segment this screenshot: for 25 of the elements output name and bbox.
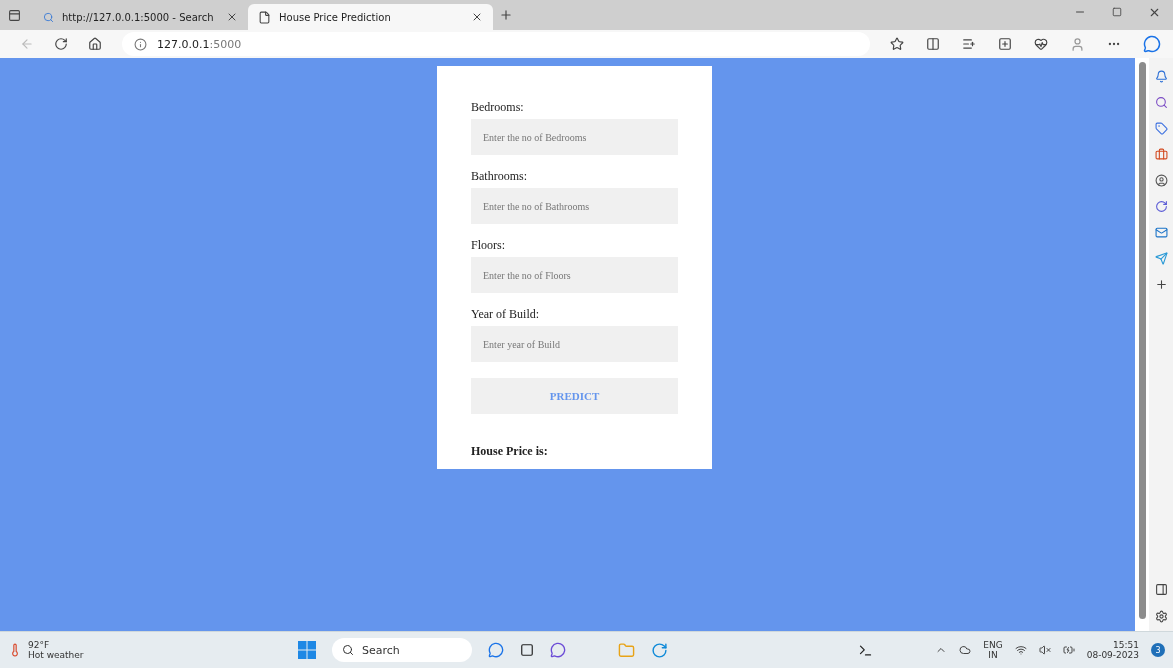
clock-time[interactable]: 15:51 (1113, 640, 1139, 650)
url-port: :5000 (209, 37, 242, 51)
region[interactable]: IN (988, 650, 998, 660)
field-label: Bathrooms: (471, 169, 528, 184)
search-placeholder: Search (362, 643, 400, 657)
input-field[interactable]: Enter the no of Bedrooms (471, 119, 678, 155)
input-field[interactable]: Enter year of Build (471, 326, 678, 362)
weather-text: Hot weather (28, 650, 85, 660)
field-label: Year of Build: (471, 307, 541, 322)
language[interactable]: ENG (983, 640, 1003, 650)
temperature: 92°F (28, 640, 51, 650)
result-label: House Price is: (471, 444, 549, 459)
browser-tab[interactable]: House Price Prediction (248, 4, 493, 30)
field-label: Bedrooms: (471, 100, 525, 115)
field-label: Floors: (471, 238, 506, 253)
notification-badge[interactable]: 3 (1151, 643, 1165, 657)
taskbar-search[interactable]: Search (332, 638, 472, 662)
clock-date[interactable]: 08-09-2023 (1086, 650, 1139, 660)
browser-tab[interactable]: http://127.0.0.1:5000 - Search (33, 4, 248, 30)
input-field[interactable]: Enter the no of Floors (471, 257, 678, 293)
url-host: 127.0.0.1 (157, 37, 210, 51)
tab-title: House Price Prediction (279, 11, 392, 23)
address-bar[interactable]: 127.0.0.1:5000 (122, 32, 870, 56)
tab-title: http://127.0.0.1:5000 - Search (62, 11, 215, 23)
input-field[interactable]: Enter the no of Bathrooms (471, 188, 678, 224)
